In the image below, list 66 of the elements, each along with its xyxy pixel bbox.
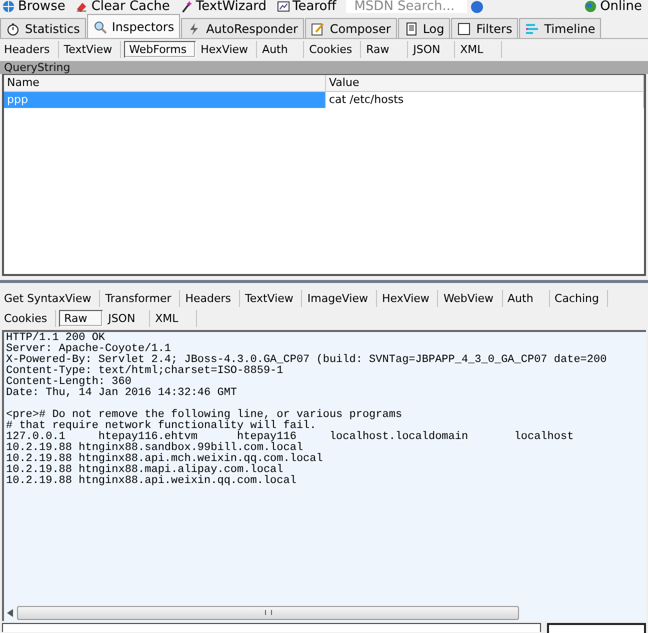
tab[interactable]: Statistics [0, 18, 86, 38]
response-line: 10.2.19.88 htnginx88.mapi.alipay.com.local [6, 465, 284, 476]
stopwatch-icon [6, 22, 20, 36]
response-line: Server: Apache-Coyote/1.1 [6, 344, 172, 355]
response-line: 10.2.19.88 htnginx88.api.mch.weixin.qq.com.local [6, 454, 324, 465]
tab[interactable]: Cookies [307, 40, 362, 58]
tab[interactable]: JSON [411, 40, 456, 58]
response-line: Content-Length: 360 [6, 377, 132, 388]
tab[interactable]: Get SyntaxView [2, 290, 100, 306]
tab[interactable]: Cookies [2, 310, 56, 326]
tab[interactable]: Auth [506, 290, 550, 306]
toolbar-button[interactable]: Browse [2, 0, 72, 13]
tab[interactable]: Inspectors [86, 14, 180, 38]
response-line: X-Powered-By: Servlet 2.4; JBoss-4.3.0.GA_CP07 (build: SVNTag=JBPAPP_4_3_0_GA_CP07 date=200 [6, 355, 608, 366]
response-line: Date: Thu, 14 Jan 2016 14:32:46 GMT [6, 388, 238, 399]
response-line: 10.2.19.88 htnginx88.api.weixin.qq.com.local [6, 476, 298, 487]
toolbar-button[interactable]: Clear Cache [75, 0, 176, 13]
scrollbar-thumb[interactable] [17, 606, 519, 620]
tab[interactable]: AutoResponder [181, 18, 304, 38]
pencil-icon [310, 22, 325, 36]
response-line: 10.2.19.88 htnginx88.sandbox.99bill.com.local [6, 443, 304, 454]
tab[interactable]: HexView [198, 40, 258, 58]
tab[interactable]: Transformer [103, 290, 180, 306]
tab[interactable]: WebView [441, 290, 503, 306]
response-line: HTTP/1.1 200 OK [6, 333, 106, 344]
tab[interactable]: Timeline [519, 18, 602, 38]
filter-field[interactable] [547, 623, 646, 633]
tab[interactable]: ImageView [305, 290, 377, 306]
toolbar-button[interactable]: Online [584, 0, 648, 13]
timeline-icon [525, 22, 540, 36]
tab[interactable]: TextView [62, 40, 122, 58]
tab[interactable]: Composer [304, 18, 397, 38]
tab[interactable]: XML [458, 40, 502, 58]
tab[interactable]: XML [153, 310, 198, 326]
section-header: QueryString [0, 61, 648, 74]
magnifier-icon [92, 20, 107, 34]
eraser-icon [75, 0, 88, 13]
tab[interactable]: WebForms [124, 40, 196, 58]
tab[interactable]: Headers [183, 290, 240, 306]
window-icon [276, 0, 290, 13]
tab[interactable]: HexView [380, 290, 438, 306]
response-line: <pre># Do not remove the following line, or various programs [6, 410, 404, 421]
tab[interactable]: Headers [2, 40, 59, 58]
tab[interactable]: JSON [106, 310, 150, 326]
tab[interactable]: Filters [451, 18, 518, 38]
wand-icon [180, 0, 193, 13]
toolbar-button[interactable]: Tearoff [276, 0, 342, 13]
tab[interactable]: Auth [260, 40, 304, 58]
search-field[interactable]: MSDN Search... [346, 0, 468, 13]
tab[interactable]: Log [398, 18, 450, 38]
column-header[interactable]: Value [326, 75, 644, 92]
tab[interactable]: Caching [552, 290, 608, 306]
globe-icon [2, 0, 15, 13]
column-header[interactable]: Name [4, 75, 326, 92]
command-field[interactable] [2, 623, 541, 632]
document-icon [404, 22, 418, 36]
tab[interactable]: TextView [243, 290, 302, 306]
tab[interactable]: Raw [59, 310, 104, 326]
table-cell[interactable]: cat /etc/hosts [326, 92, 644, 108]
checkbox-icon [457, 22, 472, 36]
response-line: 127.0.0.1 htepay116.ehtvm htepay116 localhost.localdomain localhost [6, 432, 575, 443]
response-line: # that require network functionality will fail. [6, 421, 318, 432]
toolbar-button[interactable]: TextWizard [180, 0, 273, 13]
tab[interactable]: Raw [364, 40, 408, 58]
scroll-left-icon[interactable] [7, 608, 13, 616]
response-line: Content-Type: text/html;charset=ISO-8859-1 [6, 366, 284, 377]
